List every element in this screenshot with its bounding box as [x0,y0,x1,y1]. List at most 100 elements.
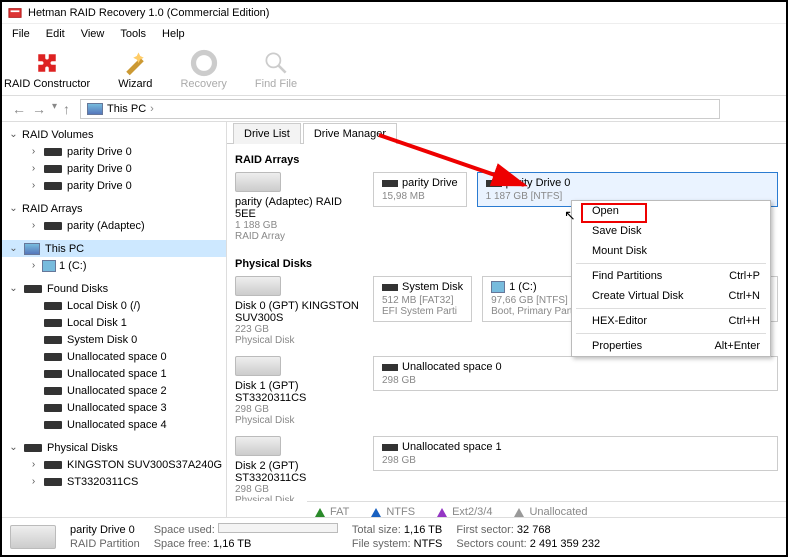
drive-icon [44,421,62,429]
breadcrumb-root[interactable]: This PC [107,103,146,115]
partition-box[interactable]: Unallocated space 1 298 GB [373,436,778,471]
tree-physical-disks[interactable]: ⌄Physical Disks [2,439,226,456]
tree-item[interactable]: ›parity Drive 0 [2,143,226,160]
ctx-save-disk[interactable]: Save Disk [572,221,770,241]
ctx-create-virtual-disk[interactable]: Create Virtual DiskCtrl+N [572,286,770,306]
menu-view[interactable]: View [73,26,113,42]
partition-box[interactable]: Unallocated space 0 298 GB [373,356,778,391]
tree-label: parity Drive 0 [67,163,132,175]
array-size: 1 188 GB [235,220,363,231]
menu-help[interactable]: Help [154,26,193,42]
drive-icon [24,285,42,293]
ctx-shortcut: Ctrl+H [729,315,760,327]
drive-icon [44,478,62,486]
tree-label: System Disk 0 [67,334,137,346]
status-label: First sector: [456,524,513,536]
chevron-down-icon[interactable]: ⌄ [8,442,19,453]
status-value: 2 491 359 232 [530,538,600,550]
chevron-right-icon[interactable]: › [28,459,39,470]
tab-drive-list[interactable]: Drive List [233,123,301,144]
ctx-open[interactable]: Open [572,201,770,221]
tree-item[interactable]: Unallocated space 1 [2,365,226,382]
nav-forward-icon[interactable]: → [32,101,46,117]
tab-drive-manager[interactable]: Drive Manager [303,123,397,144]
ctx-properties[interactable]: PropertiesAlt+Enter [572,336,770,356]
ctx-label: Properties [592,340,642,352]
puzzle-icon [33,49,61,77]
tree-item[interactable]: Unallocated space 2 [2,382,226,399]
status-size: Total size: 1,16 TB File system: NTFS [352,524,442,550]
separator [576,333,766,334]
tree-raid-volumes[interactable]: ⌄RAID Volumes [2,126,226,143]
menu-file[interactable]: File [4,26,38,42]
chevron-right-icon[interactable]: › [28,180,39,191]
tree-panel[interactable]: ⌄RAID Volumes ›parity Drive 0 ›parity Dr… [2,122,227,522]
ctx-find-partitions[interactable]: Find PartitionsCtrl+P [572,266,770,286]
tool-find-file: Find File [255,49,297,90]
tree-label: ST3320311CS [67,476,138,488]
tree-found-disks[interactable]: ⌄Found Disks [2,280,226,297]
nav-back-icon[interactable]: ← [12,101,26,117]
status-label: File system: [352,538,411,550]
nav-dropdown-icon[interactable]: ▾ [52,101,57,117]
tree-label: KINGSTON SUV300S37A240G [67,459,222,471]
tree-this-pc[interactable]: ⌄This PC [2,240,226,257]
tree-item[interactable]: Local Disk 0 (/) [2,297,226,314]
array-name: parity (Adaptec) RAID 5EE [235,196,363,220]
tree-item[interactable]: Unallocated space 4 [2,416,226,433]
ctx-label: Create Virtual Disk [592,290,684,302]
tool-label: Find File [255,78,297,90]
tree-item[interactable]: › ST3320311CS [2,473,226,490]
drive-icon [382,364,398,371]
array-descriptor[interactable]: parity (Adaptec) RAID 5EE 1 188 GB RAID … [235,172,363,242]
tool-raid-constructor[interactable]: RAID Constructor [4,49,90,90]
menu-tools[interactable]: Tools [112,26,154,42]
tool-wizard[interactable]: Wizard [118,49,152,90]
hdd-icon [235,436,281,456]
disk-name: Disk 2 (GPT) ST3320311CS [235,460,363,484]
tree-item[interactable]: › parity Drive 0 [2,160,226,177]
chevron-down-icon[interactable]: ⌄ [8,243,19,254]
tree-item[interactable]: Unallocated space 0 [2,348,226,365]
tree-item[interactable]: Unallocated space 3 [2,399,226,416]
tree-item[interactable]: ›parity Drive 0 [2,177,226,194]
nav-up-icon[interactable]: ↑ [63,101,70,117]
chevron-down-icon[interactable]: ⌄ [8,283,19,294]
chevron-down-icon[interactable]: ⌄ [8,129,19,140]
disk-type: Physical Disk [235,415,363,426]
drive-icon [44,353,62,361]
breadcrumb[interactable]: This PC › [80,99,720,119]
array-type: RAID Array [235,231,363,242]
tree-raid-arrays[interactable]: ⌄RAID Arrays [2,200,226,217]
status-type: RAID Partition [70,538,140,550]
volume-icon [42,260,56,272]
status-selection: parity Drive 0 RAID Partition [70,524,140,550]
partition-name: Unallocated space 0 [402,361,502,373]
tree-item[interactable]: › KINGSTON SUV300S37A240G [2,456,226,473]
partition-size: 298 GB [382,455,769,466]
chevron-down-icon[interactable]: ⌄ [8,203,19,214]
nav-arrows: ← → ▾ ↑ [12,101,70,117]
ctx-label: Find Partitions [592,270,662,282]
tree-label: Unallocated space 2 [67,385,167,397]
tree-label: Unallocated space 0 [67,351,167,363]
ctx-label: Save Disk [592,225,642,237]
menu-edit[interactable]: Edit [38,26,73,42]
tool-label: Wizard [118,78,152,90]
ctx-hex-editor[interactable]: HEX-EditorCtrl+H [572,311,770,331]
tree-item[interactable]: System Disk 0 [2,331,226,348]
tree-item[interactable]: ›1 (C:) [2,257,226,274]
chevron-right-icon[interactable]: › [28,220,39,231]
chevron-right-icon[interactable]: › [28,146,39,157]
disk-descriptor[interactable]: Disk 0 (GPT) KINGSTON SUV300S 223 GB Phy… [235,276,363,346]
chevron-right-icon[interactable]: › [28,163,39,174]
disk-descriptor[interactable]: Disk 2 (GPT) ST3320311CS 298 GB Physical… [235,436,363,501]
tree-item[interactable]: Local Disk 1 [2,314,226,331]
tree-item[interactable]: ›parity (Adaptec) [2,217,226,234]
ctx-mount-disk[interactable]: Mount Disk [572,241,770,261]
chevron-right-icon[interactable]: › [28,476,39,487]
disk-descriptor[interactable]: Disk 1 (GPT) ST3320311CS 298 GB Physical… [235,356,363,426]
partition-box[interactable]: System Disk 512 MB [FAT32] EFI System Pa… [373,276,472,322]
partition-box[interactable]: parity Drive 15,98 MB [373,172,467,207]
chevron-right-icon[interactable]: › [28,260,39,271]
